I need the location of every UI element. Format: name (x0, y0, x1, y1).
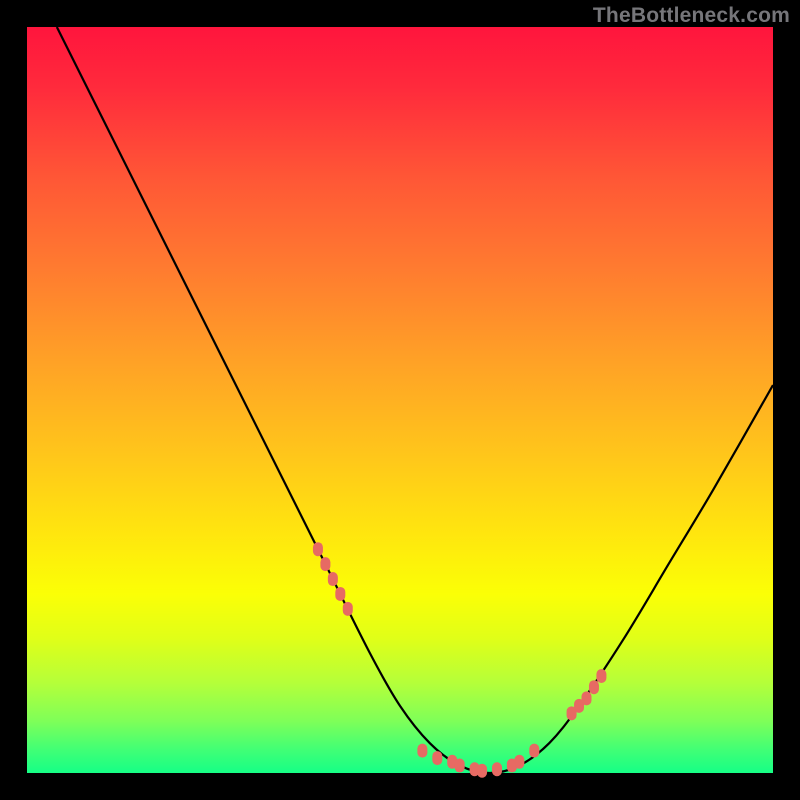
highlight-dot (514, 755, 524, 769)
highlight-dot (582, 691, 592, 705)
bottleneck-curve (57, 27, 773, 773)
highlight-dot (596, 669, 606, 683)
highlight-dot (529, 744, 539, 758)
highlight-dot (432, 751, 442, 765)
plot-area (27, 27, 773, 773)
highlight-dot (328, 572, 338, 586)
highlight-dot (455, 759, 465, 773)
watermark-text: TheBottleneck.com (593, 4, 790, 28)
highlight-dots (313, 542, 606, 778)
highlight-dot (589, 680, 599, 694)
highlight-dot (320, 557, 330, 571)
curve-svg (27, 27, 773, 773)
highlight-dot (335, 587, 345, 601)
chart-frame: TheBottleneck.com (0, 0, 800, 800)
highlight-dot (417, 744, 427, 758)
highlight-dot (492, 762, 502, 776)
highlight-dot (477, 764, 487, 778)
highlight-dot (313, 542, 323, 556)
highlight-dot (343, 602, 353, 616)
